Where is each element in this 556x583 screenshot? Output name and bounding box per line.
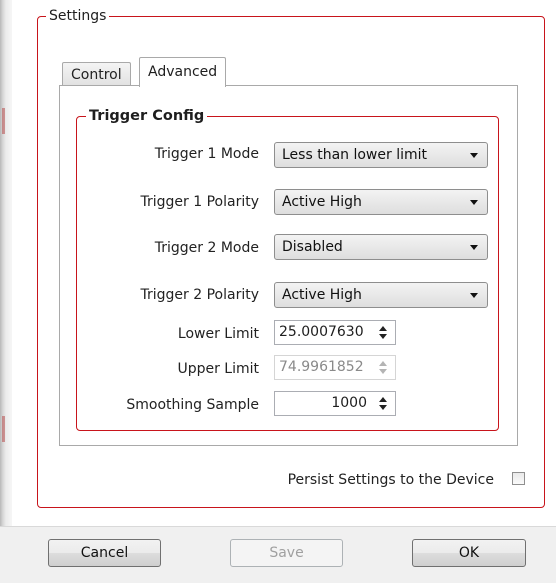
cancel-button[interactable]: Cancel <box>48 539 161 567</box>
settings-group-title: Settings <box>46 7 110 25</box>
persist-settings-checkbox[interactable] <box>512 472 525 485</box>
settings-panel: Settings Control Advanced Trigger Config… <box>12 0 556 526</box>
spinner-arrows-icon <box>377 359 391 376</box>
trigger1-mode-label: Trigger 1 Mode <box>154 146 259 162</box>
trigger2-mode-dropdown[interactable]: Disabled <box>274 234 488 260</box>
smoothing-sample-label: Smoothing Sample <box>126 397 259 413</box>
edge-mark <box>2 108 5 134</box>
trigger2-polarity-value: Active High <box>282 287 362 303</box>
upper-limit-spinner: 74.9961852 <box>274 355 396 380</box>
tab-control[interactable]: Control <box>62 62 131 86</box>
upper-limit-value: 74.9961852 <box>279 359 364 375</box>
persist-settings-label: Persist Settings to the Device <box>287 472 494 488</box>
window-edge <box>0 0 12 582</box>
trigger2-mode-value: Disabled <box>282 239 343 255</box>
spinner-arrows-icon[interactable] <box>377 395 391 412</box>
trigger2-polarity-label: Trigger 2 Polarity <box>140 287 260 303</box>
edge-mark <box>2 416 5 442</box>
trigger1-polarity-label: Trigger 1 Polarity <box>140 194 260 210</box>
trigger1-mode-value: Less than lower limit <box>282 147 427 163</box>
chevron-down-icon <box>470 153 478 158</box>
chevron-down-icon <box>470 245 478 250</box>
ok-button[interactable]: OK <box>412 539 526 567</box>
trigger1-mode-dropdown[interactable]: Less than lower limit <box>274 142 488 168</box>
smoothing-sample-value: 1000 <box>331 395 367 411</box>
trigger1-polarity-value: Active High <box>282 194 362 210</box>
save-button[interactable]: Save <box>230 539 343 567</box>
trigger2-mode-label: Trigger 2 Mode <box>154 240 259 256</box>
chevron-down-icon <box>470 293 478 298</box>
tab-advanced[interactable]: Advanced <box>139 57 227 87</box>
chevron-down-icon <box>470 200 478 205</box>
lower-limit-spinner[interactable]: 25.0007630 <box>274 320 396 345</box>
lower-limit-value: 25.0007630 <box>279 324 364 340</box>
trigger1-polarity-dropdown[interactable]: Active High <box>274 189 488 215</box>
lower-limit-label: Lower Limit <box>177 326 259 342</box>
spinner-arrows-icon[interactable] <box>377 324 391 341</box>
trigger2-polarity-dropdown[interactable]: Active High <box>274 282 488 308</box>
smoothing-sample-spinner[interactable]: 1000 <box>274 391 396 416</box>
upper-limit-label: Upper Limit <box>177 361 259 377</box>
trigger-config-title: Trigger Config <box>86 107 208 125</box>
